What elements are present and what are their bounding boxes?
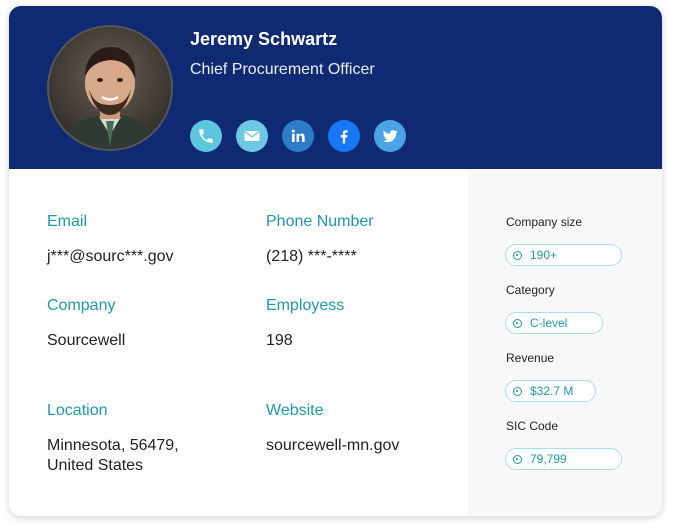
twitter-icon[interactable] xyxy=(374,120,406,152)
phone-label: Phone Number xyxy=(266,213,374,230)
email-label: Email xyxy=(47,213,88,230)
facebook-icon[interactable] xyxy=(328,120,360,152)
phone-icon[interactable] xyxy=(190,120,222,152)
sic-code-label: SIC Code xyxy=(506,419,559,433)
category-badge: C-level xyxy=(505,312,603,334)
sic-code-value: 79,799 xyxy=(530,452,567,466)
email-value[interactable]: j***@sourc***.gov xyxy=(47,247,174,267)
company-size-badge: 190+ xyxy=(505,244,622,266)
radio-dot-icon xyxy=(513,454,522,464)
radio-dot-icon xyxy=(513,386,522,396)
company-value: Sourcewell xyxy=(47,332,126,349)
revenue-label: Revenue xyxy=(506,351,555,365)
email-icon[interactable] xyxy=(236,120,268,152)
profile-title: Chief Procurement Officer xyxy=(190,61,375,78)
company-size-label: Company size xyxy=(506,215,583,229)
category-value: C-level xyxy=(530,316,568,330)
avatar xyxy=(47,25,173,151)
contact-details: Email j***@sourc***.gov Phone Number (21… xyxy=(9,169,468,516)
employees-label: Employess xyxy=(266,297,345,314)
location-value-line2: United States xyxy=(47,457,144,474)
category-label: Category xyxy=(506,283,555,297)
social-links xyxy=(190,120,406,152)
radio-dot-icon xyxy=(513,318,522,328)
company-label: Company xyxy=(47,297,116,314)
linkedin-icon[interactable] xyxy=(282,120,314,152)
revenue-badge: $32.7 M xyxy=(505,380,596,402)
website-value[interactable]: sourcewell-mn.gov xyxy=(266,436,399,456)
company-sidebar: Company size 190+ Category C-level Reven… xyxy=(468,169,662,516)
location-label: Location xyxy=(47,402,108,419)
revenue-value: $32.7 M xyxy=(530,384,574,398)
company-size-value: 190+ xyxy=(530,248,558,262)
sic-code-badge: 79,799 xyxy=(505,448,622,470)
radio-dot-icon xyxy=(513,250,522,260)
website-label: Website xyxy=(266,402,324,419)
profile-name: Jeremy Schwartz xyxy=(190,29,338,49)
phone-value[interactable]: (218) ***-**** xyxy=(266,247,357,267)
employees-value: 198 xyxy=(266,332,293,349)
profile-header: Jeremy Schwartz Chief Procurement Office… xyxy=(9,6,662,169)
location-value-line1: Minnesota, 56479, xyxy=(47,437,179,454)
profile-card: Jeremy Schwartz Chief Procurement Office… xyxy=(9,6,662,516)
